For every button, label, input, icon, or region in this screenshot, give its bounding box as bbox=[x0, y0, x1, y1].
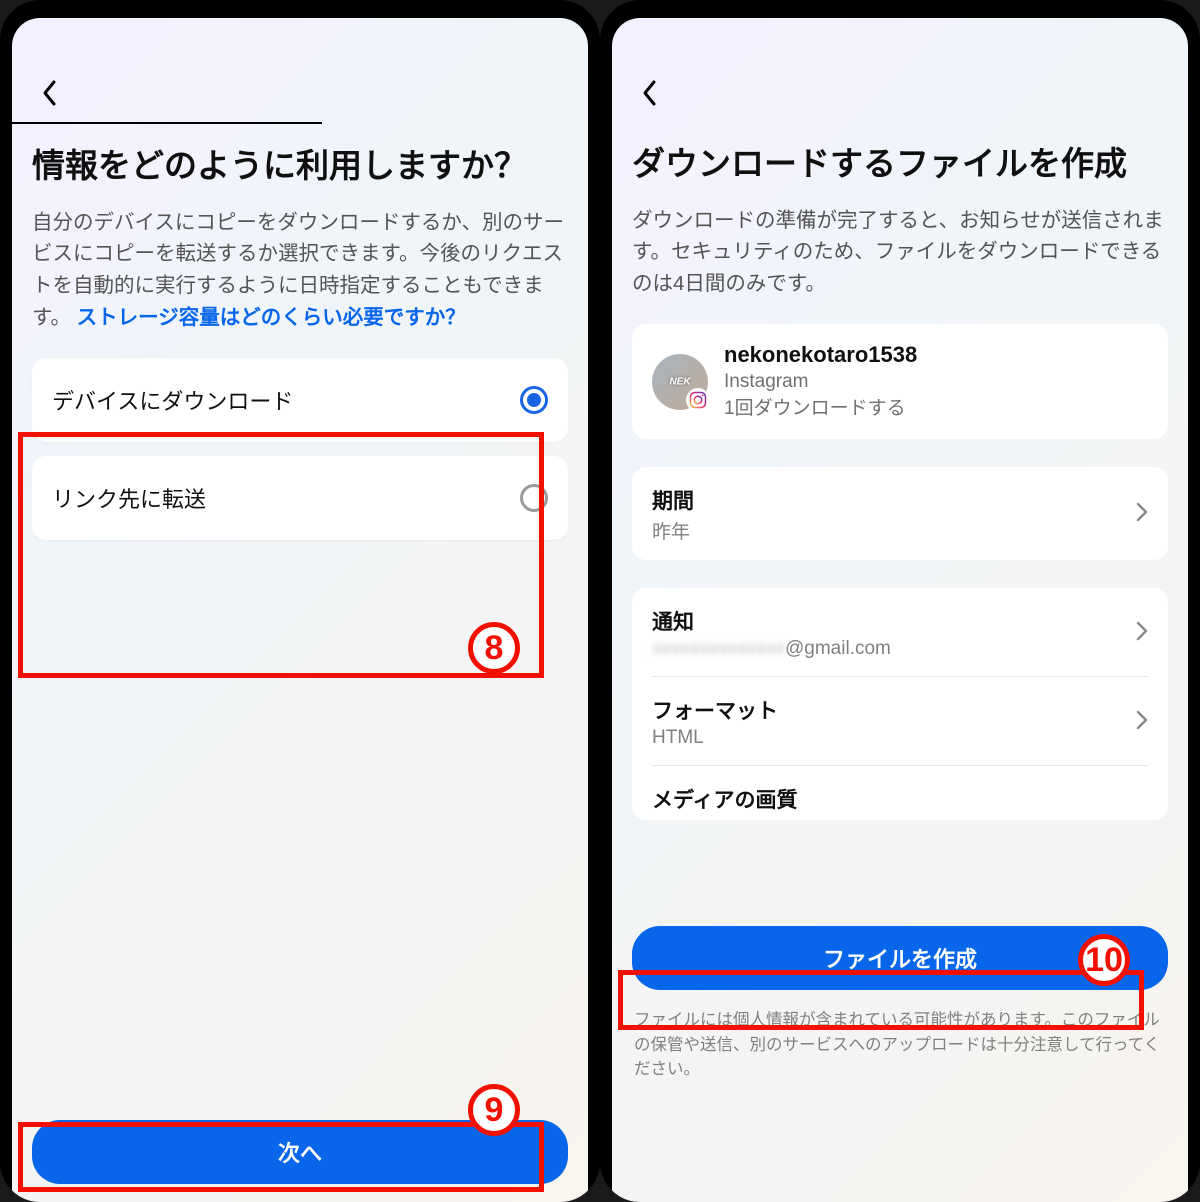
back-button[interactable] bbox=[34, 78, 64, 108]
account-download-note: 1回ダウンロードする bbox=[724, 397, 917, 422]
next-button[interactable]: 次へ bbox=[32, 1120, 568, 1184]
notify-row[interactable]: 通知 xxxxxxxxxxxxxx@gmail.com bbox=[632, 588, 1168, 676]
setting-text: 期間 昨年 bbox=[652, 485, 694, 544]
notify-value: xxxxxxxxxxxxxx@gmail.com bbox=[652, 638, 891, 660]
screen-left: 情報をどのように利用しますか？ 自分のデバイスにコピーをダウンロードするか、別の… bbox=[12, 18, 588, 1202]
page-title: 情報をどのように利用しますか？ bbox=[32, 144, 568, 189]
phone-left: 情報をどのように利用しますか？ 自分のデバイスにコピーをダウンロードするか、別の… bbox=[0, 0, 600, 1202]
setting-text: フォーマット HTML bbox=[652, 695, 778, 749]
format-row[interactable]: フォーマット HTML bbox=[632, 677, 1168, 765]
account-platform: Instagram bbox=[724, 370, 917, 395]
notch bbox=[205, 0, 395, 18]
notify-label: 通知 bbox=[652, 606, 891, 636]
back-button[interactable] bbox=[634, 78, 664, 108]
chevron-right-icon bbox=[1136, 621, 1148, 646]
annotation-step-8: 8 bbox=[468, 622, 520, 674]
option-group: デバイスにダウンロード リンク先に転送 bbox=[32, 358, 568, 540]
account-card: NEK nekonekotaro1538 Instagram 1回ダウンロードす… bbox=[632, 324, 1168, 439]
format-label: フォーマット bbox=[652, 695, 778, 725]
period-value: 昨年 bbox=[652, 517, 694, 544]
page-description: 自分のデバイスにコピーをダウンロードするか、別のサービスにコピーを転送するか選択… bbox=[32, 207, 568, 334]
page-title: ダウンロードするファイルを作成 bbox=[632, 142, 1168, 187]
account-info: nekonekotaro1538 Instagram 1回ダウンロードする bbox=[724, 342, 917, 421]
avatar-text: NEK bbox=[669, 376, 690, 387]
period-label: 期間 bbox=[652, 485, 694, 515]
account-name: nekonekotaro1538 bbox=[724, 342, 917, 368]
storage-link[interactable]: ストレージ容量はどのくらい必要ですか？ bbox=[77, 306, 466, 329]
notch bbox=[805, 0, 995, 18]
setting-text: 通知 xxxxxxxxxxxxxx@gmail.com bbox=[652, 606, 891, 660]
screen-right: ダウンロードするファイルを作成 ダウンロードの準備が完了すると、お知らせが送信さ… bbox=[612, 18, 1188, 1202]
settings-card: 通知 xxxxxxxxxxxxxx@gmail.com フォーマット HTML bbox=[632, 588, 1168, 820]
media-quality-row[interactable]: メディアの画質 bbox=[632, 766, 1168, 820]
setting-text: メディアの画質 bbox=[652, 784, 798, 814]
period-card: 期間 昨年 bbox=[632, 467, 1168, 560]
header-left bbox=[12, 18, 588, 122]
option-download-device[interactable]: デバイスにダウンロード bbox=[32, 358, 568, 442]
page-description: ダウンロードの準備が完了すると、お知らせが送信されます。セキュリティのため、ファ… bbox=[632, 205, 1168, 300]
option-label: リンク先に転送 bbox=[52, 482, 206, 514]
option-label: デバイスにダウンロード bbox=[52, 384, 293, 416]
period-row[interactable]: 期間 昨年 bbox=[632, 467, 1168, 560]
header-right bbox=[612, 18, 1188, 122]
format-value: HTML bbox=[652, 727, 778, 749]
avatar: NEK bbox=[652, 354, 708, 410]
option-transfer-link[interactable]: リンク先に転送 bbox=[32, 456, 568, 540]
chevron-left-icon bbox=[40, 79, 58, 107]
instagram-badge-icon bbox=[686, 388, 710, 412]
chevron-right-icon bbox=[1136, 710, 1148, 735]
phone-right: ダウンロードするファイルを作成 ダウンロードの準備が完了すると、お知らせが送信さ… bbox=[600, 0, 1200, 1202]
chevron-left-icon bbox=[640, 79, 658, 107]
bottom-bar-left: 次へ bbox=[32, 1120, 568, 1184]
bottom-bar-right: ファイルを作成 ファイルには個人情報が含まれている可能性があります。このファイル… bbox=[632, 926, 1168, 1082]
media-quality-label: メディアの画質 bbox=[652, 784, 798, 814]
radio-checked-icon bbox=[520, 386, 548, 414]
chevron-right-icon bbox=[1136, 502, 1148, 527]
content-left: 情報をどのように利用しますか？ 自分のデバイスにコピーをダウンロードするか、別の… bbox=[12, 124, 588, 540]
disclaimer-text: ファイルには個人情報が含まれている可能性があります。このファイルの保管や送信、別… bbox=[632, 1008, 1168, 1082]
create-file-button[interactable]: ファイルを作成 bbox=[632, 926, 1168, 990]
radio-unchecked-icon bbox=[520, 484, 548, 512]
content-right: ダウンロードするファイルを作成 ダウンロードの準備が完了すると、お知らせが送信さ… bbox=[612, 122, 1188, 820]
